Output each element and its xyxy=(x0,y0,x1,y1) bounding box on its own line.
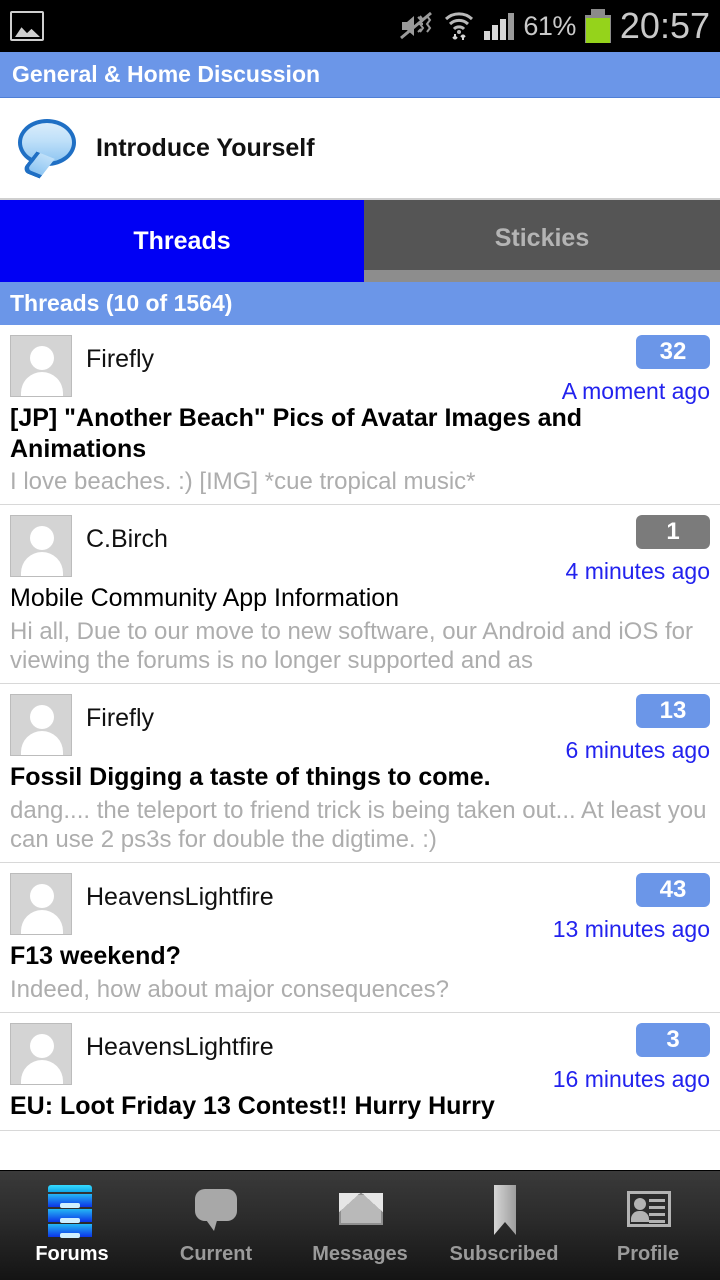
status-bar-left xyxy=(10,11,44,41)
thread-title[interactable]: [JP] "Another Beach" Pics of Avatar Imag… xyxy=(10,403,710,464)
battery-icon xyxy=(584,9,611,43)
status-bar-clock: 20:57 xyxy=(619,5,710,46)
nav-label-subscribed: Subscribed xyxy=(449,1243,559,1265)
thread-meta: 13 6 minutes ago xyxy=(566,694,710,764)
thread-preview: dang.... the teleport to friend trick is… xyxy=(10,796,707,854)
nav-item-subscribed[interactable]: Subscribed xyxy=(432,1171,576,1280)
reply-count-badge: 13 xyxy=(636,694,710,729)
table-row[interactable]: C.Birch 1 4 minutes ago Mobile Community… xyxy=(0,505,720,685)
phone-screen: 61% 20:57 General & Home Discussion Intr… xyxy=(0,0,720,1280)
wifi-icon xyxy=(443,10,475,42)
avatar xyxy=(10,873,72,936)
speech-bubble-icon xyxy=(16,119,78,179)
threads-section-header: Threads (10 of 1564) xyxy=(0,282,720,325)
nav-label-profile: Profile xyxy=(616,1243,680,1265)
reply-count-badge: 32 xyxy=(636,335,710,369)
tab-bar: Threads Stickies xyxy=(0,200,720,282)
table-row[interactable]: HeavensLightfire 3 16 minutes ago EU: Lo… xyxy=(0,1013,720,1131)
bookmark-icon xyxy=(480,1185,528,1237)
reply-count-badge: 3 xyxy=(636,1023,710,1058)
nav-label-current: Current xyxy=(179,1243,253,1265)
reply-count-badge: 43 xyxy=(636,873,710,908)
thread-title[interactable]: Fossil Digging a taste of things to come… xyxy=(10,762,710,793)
envelope-icon xyxy=(336,1185,384,1237)
signal-bars-icon xyxy=(484,12,515,40)
thread-title[interactable]: F13 weekend? xyxy=(10,941,710,972)
filing-cabinet-icon xyxy=(48,1185,96,1238)
image-icon xyxy=(10,11,44,41)
tab-threads[interactable]: Threads xyxy=(0,200,364,282)
avatar xyxy=(10,694,72,757)
speech-bubble-icon xyxy=(192,1185,240,1237)
thread-preview: Hi all, Due to our move to new software,… xyxy=(10,617,694,675)
thread-preview: Indeed, how about major consequences? xyxy=(10,975,449,1003)
status-bar: 61% 20:57 xyxy=(0,0,720,52)
thread-meta: 3 16 minutes ago xyxy=(553,1023,710,1093)
thread-row-top: Firefly 32 A moment ago xyxy=(10,335,710,404)
table-row[interactable]: Firefly 13 6 minutes ago Fossil Digging … xyxy=(0,684,720,864)
nav-label-forums: Forums xyxy=(35,1243,109,1265)
thread-time: 13 minutes ago xyxy=(552,916,710,943)
thread-time: 16 minutes ago xyxy=(552,1066,710,1093)
tab-stickies[interactable]: Stickies xyxy=(364,200,720,282)
thread-title[interactable]: Mobile Community App Information xyxy=(10,583,710,614)
thread-row-top: C.Birch 1 4 minutes ago xyxy=(10,515,710,584)
thread-title[interactable]: EU: Loot Friday 13 Contest!! Hurry Hurry xyxy=(10,1091,710,1122)
thread-time: 4 minutes ago xyxy=(565,558,710,585)
thread-preview: I love beaches. :) [IMG] *cue tropical m… xyxy=(10,468,476,495)
nav-label-messages: Messages xyxy=(312,1243,408,1265)
thread-row-top: Firefly 13 6 minutes ago xyxy=(10,694,710,763)
status-bar-right: 61% 20:57 xyxy=(398,8,710,44)
thread-list[interactable]: Firefly 32 A moment ago [JP] "Another Be… xyxy=(0,325,720,1280)
reply-count-badge: 1 xyxy=(636,515,710,550)
bottom-nav-bar: Forums Current Messages Subscribed Profi… xyxy=(0,1170,720,1280)
table-row[interactable]: Firefly 32 A moment ago [JP] "Another Be… xyxy=(0,325,720,506)
thread-meta: 32 A moment ago xyxy=(562,335,710,405)
page-title: General & Home Discussion xyxy=(12,61,321,87)
nav-item-forums[interactable]: Forums xyxy=(0,1171,144,1280)
thread-row-top: HeavensLightfire 43 13 minutes ago xyxy=(10,873,710,942)
contact-card-icon xyxy=(624,1185,672,1237)
avatar xyxy=(10,335,72,397)
forum-header[interactable]: Introduce Yourself xyxy=(0,98,720,200)
avatar xyxy=(10,515,72,578)
table-row[interactable]: HeavensLightfire 43 13 minutes ago F13 w… xyxy=(0,863,720,1014)
thread-time: A moment ago xyxy=(561,378,710,404)
battery-percent: 61% xyxy=(523,10,576,41)
thread-meta: 43 13 minutes ago xyxy=(553,873,710,943)
thread-time: 6 minutes ago xyxy=(565,737,710,764)
forum-name: Introduce Yourself xyxy=(96,133,315,162)
mute-vibrate-icon xyxy=(398,11,434,41)
title-bar: General & Home Discussion xyxy=(0,52,720,98)
nav-item-profile[interactable]: Profile xyxy=(576,1171,720,1280)
nav-item-messages[interactable]: Messages xyxy=(288,1171,432,1280)
nav-item-current[interactable]: Current xyxy=(144,1171,288,1280)
avatar xyxy=(10,1023,72,1086)
thread-row-top: HeavensLightfire 3 16 minutes ago xyxy=(10,1023,710,1092)
thread-meta: 1 4 minutes ago xyxy=(566,515,710,585)
